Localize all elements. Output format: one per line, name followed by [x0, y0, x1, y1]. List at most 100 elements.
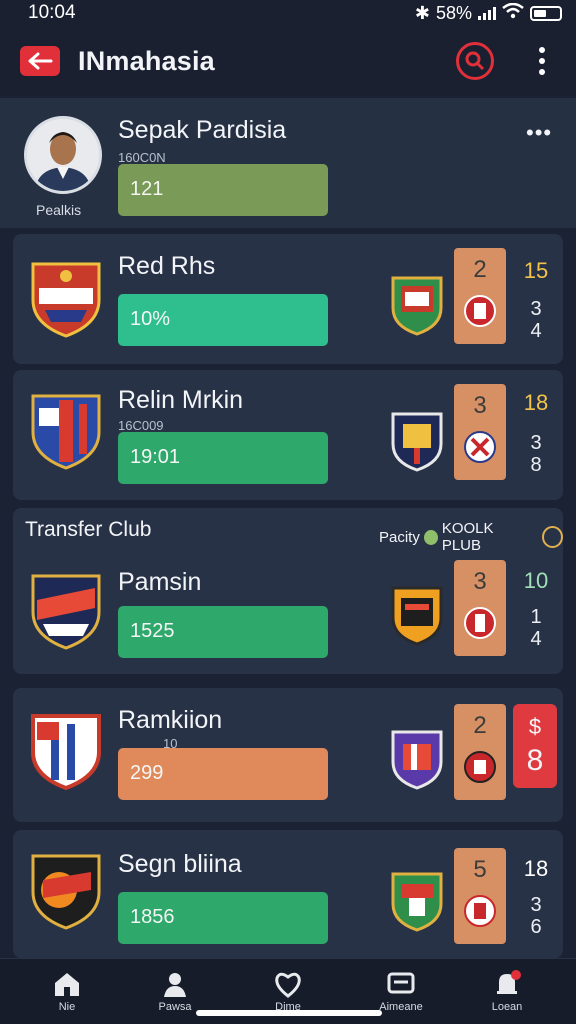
- stats-column: 10 1 4: [518, 568, 554, 650]
- club-value-bar: 10%: [118, 294, 328, 346]
- mini-crest-icon: [464, 607, 496, 639]
- stat-mid: 3: [530, 894, 542, 916]
- club-name: Red Rhs: [118, 252, 216, 280]
- mini-crest-icon: [464, 895, 496, 927]
- club-card[interactable]: Relin Mrkin 16C009 19:01 3 18 3 8: [13, 370, 563, 500]
- mini-crest-icon: [464, 751, 496, 783]
- stat-mid: 1: [530, 606, 542, 628]
- back-button[interactable]: [20, 46, 60, 76]
- score-value: 3: [473, 568, 487, 595]
- club-crest-icon: [31, 714, 101, 790]
- overflow-menu-button[interactable]: [532, 44, 552, 78]
- club-name: Segn bliina: [118, 850, 242, 878]
- club-card[interactable]: Segn bliina 1856 5 18 3 6: [13, 830, 563, 958]
- person-icon: [164, 973, 186, 997]
- section-right-label: Pacity: [379, 528, 420, 546]
- arrow-left-icon: [28, 52, 53, 70]
- avatar: [24, 116, 102, 194]
- score-box: 2: [454, 248, 506, 344]
- status-dot-icon: [423, 529, 438, 545]
- bluetooth-icon: ✱: [414, 2, 430, 23]
- club-card[interactable]: Ramkiion 10 299 2 $ 8: [13, 688, 563, 822]
- score-box: 2: [454, 704, 506, 800]
- score-value: 2: [473, 256, 487, 283]
- opponent-crest-icon: [391, 730, 443, 790]
- opponent-crest-icon: [391, 412, 443, 472]
- section-right-label-2: KOOLK PLUB: [441, 520, 494, 554]
- opponent-crest-icon: [391, 586, 443, 646]
- nav-item-messages[interactable]: Aimeane: [356, 969, 446, 1013]
- club-subtitle: 16C009: [118, 418, 164, 433]
- highlight-symbol: $: [528, 714, 542, 739]
- stats-column: 18 3 6: [518, 856, 554, 938]
- transfer-club-section[interactable]: Transfer Club Pacity KOOLK PLUB Pamsin 1…: [13, 508, 563, 674]
- nav-item-players[interactable]: Pawsa: [130, 969, 220, 1013]
- club-value-bar: 1525: [118, 606, 328, 658]
- heart-icon: [275, 972, 301, 998]
- section-title: Transfer Club: [25, 518, 152, 541]
- score-box: 5: [454, 848, 506, 944]
- message-icon: [387, 972, 415, 994]
- club-crest-icon: [31, 262, 101, 338]
- opponent-crest-icon: [391, 872, 443, 932]
- search-button[interactable]: [456, 42, 494, 80]
- opponent-crest-icon: [391, 276, 443, 336]
- profile-card[interactable]: Pealkis Sepak Pardisia 160C0N 121 •••: [0, 98, 576, 228]
- stat-bottom: 6: [530, 916, 542, 938]
- settings-icon[interactable]: [542, 526, 563, 548]
- mini-crest-icon: [464, 295, 496, 327]
- score-value: 2: [473, 712, 487, 739]
- club-name: Pamsin: [118, 568, 202, 596]
- score-value: 5: [473, 856, 487, 883]
- highlight-score-box: $ 8: [513, 704, 557, 788]
- club-name: Ramkiion: [118, 706, 223, 734]
- status-icons: ✱ 58%: [414, 2, 562, 24]
- club-crest-icon: [31, 854, 101, 930]
- stat-top: 18: [523, 390, 549, 415]
- app-bar: INmahasia: [0, 26, 576, 96]
- status-bar: 10:04 ✱ 58%: [0, 0, 576, 26]
- nav-item-favorites[interactable]: Dime: [243, 969, 333, 1013]
- stats-column: 18 3 8: [518, 390, 554, 476]
- home-indicator[interactable]: [196, 1010, 382, 1016]
- nav-label: Nie: [58, 1001, 76, 1013]
- club-card[interactable]: Red Rhs 10% 2 15 3 4: [13, 234, 563, 364]
- signal-icon: [478, 6, 496, 20]
- search-icon: [465, 51, 485, 71]
- status-time: 10:04: [28, 2, 76, 23]
- profile-subtitle: 160C0N: [118, 150, 166, 165]
- nav-item-notifications[interactable]: Loean: [462, 969, 552, 1013]
- highlight-score: 8: [526, 744, 544, 777]
- club-value-bar: 1856: [118, 892, 328, 944]
- nav-label: Loean: [491, 1001, 523, 1013]
- bell-icon: [497, 970, 521, 994]
- home-icon: [55, 973, 79, 996]
- club-crest-icon: [31, 574, 101, 650]
- battery-icon: [530, 5, 562, 21]
- club-name: Relin Mrkin: [118, 386, 244, 414]
- club-value-bar: 299: [118, 748, 328, 800]
- battery-percent: 58%: [435, 2, 472, 23]
- score-value: 3: [473, 392, 487, 419]
- wifi-icon: [502, 2, 524, 24]
- stat-mid: 3: [530, 432, 542, 454]
- profile-name: Sepak Pardisia: [118, 116, 287, 144]
- stat-top: 18: [523, 856, 549, 881]
- score-box: 3: [454, 384, 506, 480]
- profile-caption: Pealkis: [36, 202, 82, 218]
- stat-bottom: 4: [530, 320, 542, 342]
- stats-column: 15 3 4: [518, 258, 554, 342]
- stat-top: 15: [523, 258, 549, 283]
- club-value-bar: 19:01: [118, 432, 328, 484]
- nav-item-home[interactable]: Nie: [22, 969, 112, 1013]
- section-filter[interactable]: Pacity KOOLK PLUB: [379, 520, 563, 554]
- stat-bottom: 4: [530, 628, 542, 650]
- stat-mid: 3: [530, 298, 542, 320]
- club-crest-icon: [31, 394, 101, 470]
- profile-value-bar: 121: [118, 164, 328, 216]
- score-box: 3: [454, 560, 506, 656]
- stat-bottom: 8: [530, 454, 542, 476]
- stat-top: 10: [523, 568, 549, 593]
- app-title: INmahasia: [78, 45, 215, 76]
- more-options-button[interactable]: •••: [526, 120, 552, 146]
